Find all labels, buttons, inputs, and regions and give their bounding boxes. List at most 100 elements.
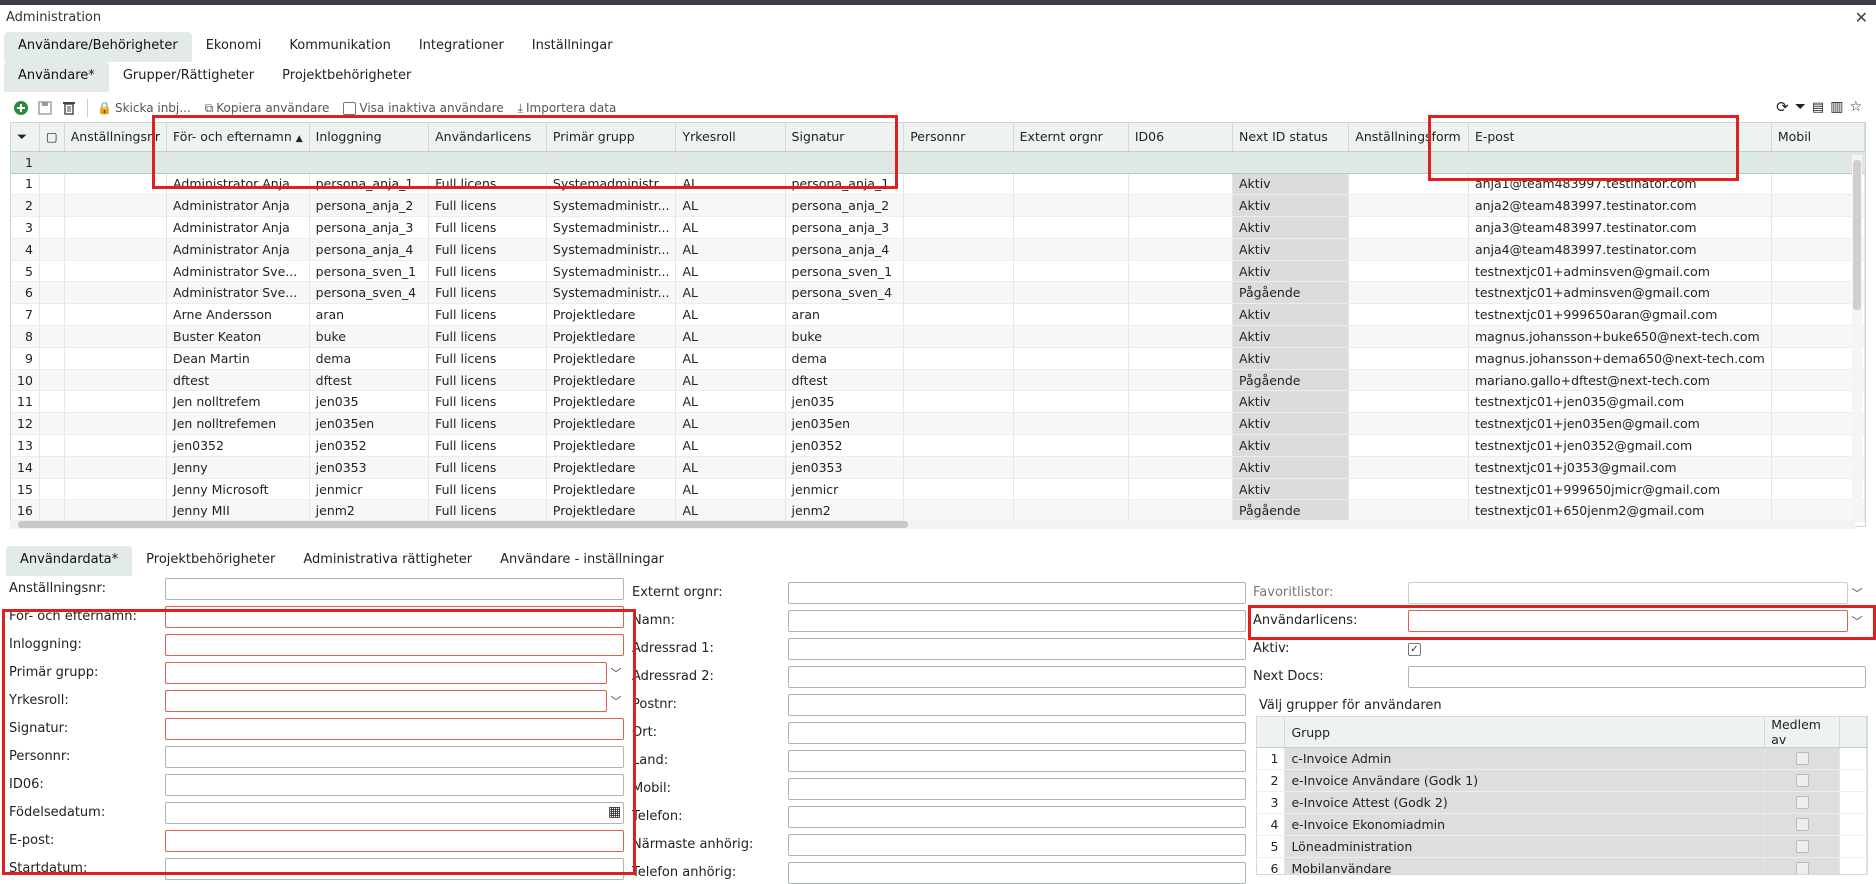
filter-cell[interactable] [1013, 151, 1129, 174]
form-input[interactable] [788, 834, 1246, 856]
form-input[interactable] [788, 862, 1246, 884]
table-row[interactable]: 13 jen0352 jen0352 Full licens Projektledare… [11, 434, 1865, 457]
table-row[interactable]: 16 Jenny MII jenm2 Full licens Projektledare… [11, 499, 1865, 523]
group-member-cell[interactable] [1764, 835, 1841, 858]
tab-project-permissions[interactable]: Projektbehörigheter [268, 62, 425, 92]
show-inactive-toggle[interactable]: Visa inaktiva användare [343, 101, 504, 115]
groups-col-group[interactable]: Grupp [1284, 717, 1766, 748]
favorites-select[interactable] [1408, 582, 1848, 604]
select-column-icon[interactable]: ▢ [39, 123, 65, 152]
license-cell: Full licens [428, 434, 547, 457]
tab-detail-project-permissions[interactable]: Projektbehörigheter [132, 546, 289, 576]
copy-user-button[interactable]: ⧉ Kopiera användare [205, 101, 330, 116]
send-invite-button[interactable]: 🔒 Skicka inbj... [97, 101, 191, 115]
table-row[interactable]: 10 dftest dftest Full licens Projektledare AL… [11, 369, 1865, 392]
tab-settings[interactable]: Inställningar [518, 32, 627, 62]
refresh-icon[interactable]: ⟳ [1776, 98, 1789, 116]
mobile-cell [1771, 173, 1865, 196]
form-input[interactable] [788, 582, 1246, 604]
tab-groups-rights[interactable]: Grupper/Rättigheter [109, 62, 268, 92]
col-header-personnr[interactable]: Personnr [903, 123, 1014, 152]
form-input[interactable] [788, 666, 1246, 688]
group-spacer-cell [1839, 813, 1867, 836]
group-row[interactable]: 4 e-Invoice Ekonomiadmin [1257, 813, 1867, 836]
group-row[interactable]: 2 e-Invoice Användare (Godk 1) [1257, 769, 1867, 792]
group-row[interactable]: 1 c-Invoice Admin [1257, 747, 1867, 770]
tab-communication[interactable]: Kommunikation [275, 32, 404, 62]
member-checkbox[interactable] [1795, 752, 1809, 765]
add-icon[interactable] [12, 99, 30, 117]
next-docs-input[interactable] [1408, 666, 1866, 688]
table-row[interactable]: 5 Administrator Sve... persona_sven_1 Full … [11, 260, 1865, 283]
group-member-cell[interactable] [1764, 813, 1841, 836]
table-row[interactable]: 6 Administrator Sve... persona_sven_4 Full … [11, 281, 1865, 305]
chevron-down-icon[interactable]: ﹀ [1848, 582, 1866, 604]
filter-cell[interactable] [39, 151, 65, 174]
table-row[interactable]: 3 Administrator Anja persona_anja_3 Full li… [11, 216, 1865, 239]
star-icon[interactable]: ☆ [1849, 99, 1862, 115]
col-header-ext-orgnr[interactable]: Externt orgnr [1013, 123, 1129, 152]
group-member-cell[interactable] [1764, 791, 1841, 814]
table-row[interactable]: 15 Jenny Microsoft jenmicr Full licens Proje… [11, 478, 1865, 501]
table-row[interactable]: 2 Administrator Anja persona_anja_2 Full li… [11, 194, 1865, 218]
form-input[interactable] [788, 638, 1246, 660]
member-checkbox[interactable] [1795, 862, 1809, 874]
table-row[interactable]: 8 Buster Keaton buke Full licens Projektleda… [11, 325, 1865, 348]
active-checkbox[interactable]: ✓ [1408, 643, 1421, 656]
import-data-button[interactable]: ⤓ Importera data [518, 101, 617, 116]
group-member-cell[interactable] [1764, 857, 1841, 874]
group-member-cell[interactable] [1764, 747, 1841, 770]
member-checkbox[interactable] [1795, 774, 1809, 787]
table-row[interactable]: 14 Jenny jen0353 Full licens Projektledare AL… [11, 456, 1865, 479]
tab-users-permissions[interactable]: Användare/Behörigheter [4, 32, 192, 62]
form-input[interactable] [788, 806, 1246, 828]
filter-cell[interactable] [1771, 151, 1865, 174]
tab-user-data[interactable]: Användardata* [6, 546, 133, 576]
group-row-number: 5 [1257, 835, 1286, 858]
form-input[interactable] [788, 694, 1246, 716]
col-header-next-id-status[interactable]: Next ID status [1232, 123, 1350, 152]
filter-column-icon[interactable]: ⏷ [11, 123, 40, 152]
filter-cell[interactable] [1128, 151, 1234, 174]
form-input[interactable] [788, 778, 1246, 800]
table-row[interactable]: 4 Administrator Anja persona_anja_4 Full li… [11, 238, 1865, 261]
member-checkbox[interactable] [1795, 796, 1809, 809]
filter-cell[interactable] [903, 151, 1014, 174]
form-input[interactable] [788, 722, 1246, 744]
member-checkbox[interactable] [1795, 818, 1809, 831]
show-inactive-checkbox[interactable] [343, 101, 357, 115]
tab-admin-rights[interactable]: Administrativa rättigheter [289, 546, 486, 576]
employee-no-cell [64, 412, 168, 436]
col-header-mobile[interactable]: Mobil [1771, 123, 1865, 152]
col-header-id06[interactable]: ID06 [1128, 123, 1234, 152]
table-row[interactable]: 11 Jen nolltrefem jen035 Full licens Projekt… [11, 390, 1865, 414]
group-row[interactable]: 5 Löneadministration [1257, 835, 1867, 858]
form-input[interactable] [788, 750, 1246, 772]
table-row[interactable]: 9 Dean Martin dema Full licens Projektledare… [11, 347, 1865, 370]
email-cell: mariano.gallo+dftest@next-tech.com [1468, 369, 1772, 392]
delete-icon[interactable] [60, 99, 78, 117]
group-row[interactable]: 3 e-Invoice Attest (Godk 2) [1257, 791, 1867, 814]
groups-col-member[interactable]: Medlem av [1764, 717, 1841, 748]
form-input[interactable] [788, 610, 1246, 632]
group-row[interactable]: 6 Mobilanvändare [1257, 857, 1867, 874]
tab-user-settings[interactable]: Användare - inställningar [486, 546, 678, 576]
grid-horizontal-scroll-thumb[interactable] [18, 521, 908, 528]
form-input[interactable] [165, 578, 624, 600]
close-icon[interactable]: ✕ [1855, 8, 1868, 27]
tab-users[interactable]: Användare* [4, 62, 109, 92]
filter-cell[interactable] [1232, 151, 1350, 174]
table-row[interactable]: 7 Arne Andersson aran Full licens Projektled… [11, 303, 1865, 327]
filter-icon[interactable]: ⏷ [1795, 99, 1806, 115]
grid-vertical-scroll-thumb[interactable] [1853, 160, 1861, 310]
employment-form-cell [1348, 347, 1469, 370]
save-icon[interactable] [36, 99, 54, 117]
columns-icon[interactable]: ▥ [1830, 99, 1843, 115]
group-member-cell[interactable] [1764, 769, 1841, 792]
export-excel-icon[interactable]: ▤ [1812, 100, 1824, 115]
member-checkbox[interactable] [1795, 840, 1809, 853]
tab-integrations[interactable]: Integrationer [405, 32, 518, 62]
group-name-cell: Mobilanvändare [1284, 857, 1766, 874]
table-row[interactable]: 12 Jen nolltrefemen jen035en Full licens Pro… [11, 412, 1865, 436]
tab-economy[interactable]: Ekonomi [192, 32, 276, 62]
